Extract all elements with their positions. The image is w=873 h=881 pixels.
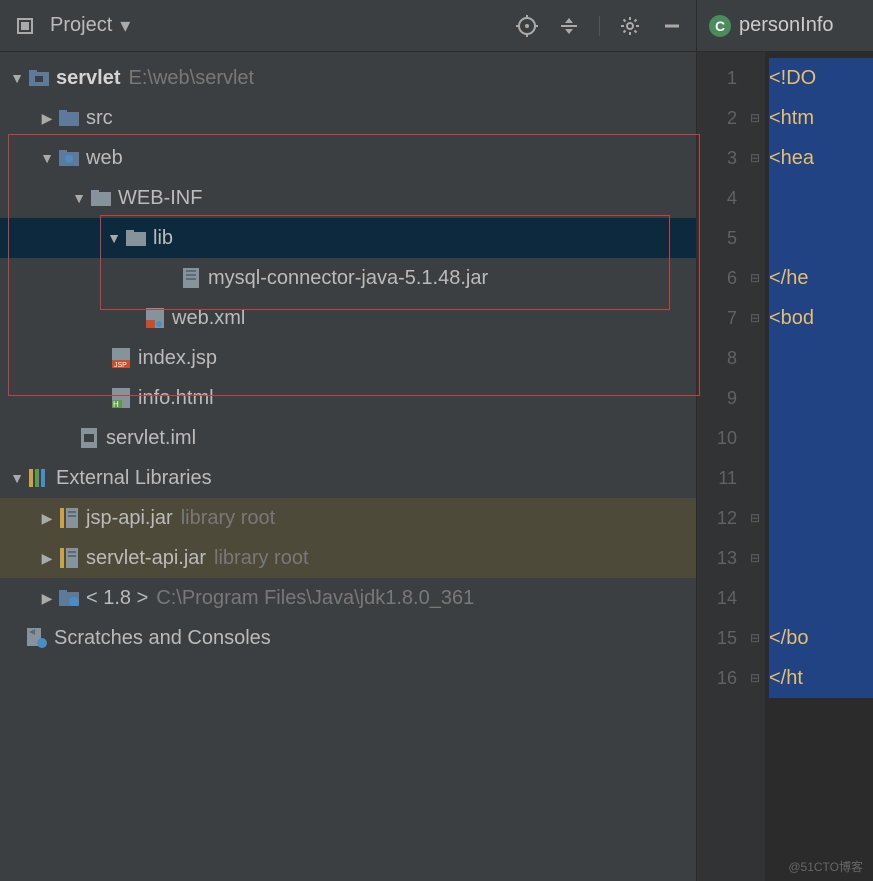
tree-src[interactable]: ▶ src [0, 98, 696, 138]
indexjsp-label: index.jsp [138, 347, 217, 370]
jar-lib-icon [58, 547, 80, 569]
tree-webinf[interactable]: ▼ WEB-INF [0, 178, 696, 218]
jsp-api-label: jsp-api.jar [86, 507, 173, 530]
minimize-icon[interactable] [660, 14, 684, 38]
servlet-api-label: servlet-api.jar [86, 547, 206, 570]
jdk-folder-icon [58, 587, 80, 609]
project-panel: Project ▾ ▼ servlet E:\web\servl [0, 0, 697, 881]
watermark: @51CTO博客 [788, 858, 863, 875]
tree-indexjsp[interactable]: JSP index.jsp [0, 338, 696, 378]
tab-label[interactable]: personInfo [739, 14, 834, 37]
iml-icon [78, 427, 100, 449]
chevron-down-icon: ▼ [38, 150, 56, 166]
folder-icon [90, 187, 112, 209]
chevron-right-icon: ▶ [38, 510, 56, 527]
servletiml-label: servlet.iml [106, 427, 196, 450]
chevron-right-icon: ▶ [38, 110, 56, 127]
tree-jdk[interactable]: ▶ < 1.8 > C:\Program Files\Java\jdk1.8.0… [0, 578, 696, 618]
library-root-label-2: library root [214, 547, 308, 570]
chevron-down-icon: ▼ [8, 470, 26, 486]
folder-icon [58, 107, 80, 129]
folder-icon [125, 227, 147, 249]
divider [599, 16, 600, 36]
lib-label: lib [153, 227, 173, 250]
editor-tabs: C personInfo [697, 0, 873, 52]
chevron-right-icon: ▶ [38, 550, 56, 567]
tree-servletiml[interactable]: servlet.iml [0, 418, 696, 458]
line-gutter: 12345678910111213141516 [697, 52, 745, 881]
svg-text:H: H [113, 400, 119, 408]
external-libs-label: External Libraries [56, 467, 212, 490]
xml-icon [144, 307, 166, 329]
project-tree: ▼ servlet E:\web\servlet ▶ src ▼ web ▼ W… [0, 52, 696, 881]
dropdown-arrow-icon: ▾ [120, 13, 130, 38]
jdk-label: < 1.8 > [86, 587, 148, 610]
jar-lib-icon [58, 507, 80, 529]
tree-mysql-jar[interactable]: mysql-connector-java-5.1.48.jar [0, 258, 696, 298]
jdk-path: C:\Program Files\Java\jdk1.8.0_361 [156, 587, 474, 610]
infohtml-label: info.html [138, 387, 214, 410]
class-icon: C [709, 15, 731, 37]
tree-servlet-api[interactable]: ▶ servlet-api.jar library root [0, 538, 696, 578]
root-name: servlet [56, 67, 121, 90]
tree-external-libs[interactable]: ▼ External Libraries [0, 458, 696, 498]
project-toolbar: Project ▾ [0, 0, 696, 52]
library-root-label: library root [181, 507, 275, 530]
fold-gutter: ⊟⊟⊟⊟⊟⊟⊟⊟ [745, 52, 765, 881]
project-icon [14, 15, 36, 37]
webinf-label: WEB-INF [118, 187, 202, 210]
editor-panel: C personInfo 12345678910111213141516 ⊟⊟⊟… [697, 0, 873, 881]
chevron-down-icon: ▼ [105, 230, 123, 246]
root-path: E:\web\servlet [129, 67, 255, 90]
tree-webxml[interactable]: web.xml [0, 298, 696, 338]
tree-jsp-api[interactable]: ▶ jsp-api.jar library root [0, 498, 696, 538]
module-icon [28, 67, 50, 89]
chevron-down-icon: ▼ [8, 70, 26, 86]
webxml-label: web.xml [172, 307, 245, 330]
chevron-down-icon: ▼ [70, 190, 88, 206]
tree-web[interactable]: ▼ web [0, 138, 696, 178]
scratches-label: Scratches and Consoles [54, 627, 271, 650]
html-icon: H [110, 387, 132, 409]
gear-icon[interactable] [618, 14, 642, 38]
project-label: Project [50, 14, 112, 37]
tree-lib[interactable]: ▼ lib [0, 218, 696, 258]
scratches-icon [26, 627, 48, 649]
tree-infohtml[interactable]: H info.html [0, 378, 696, 418]
expand-icon[interactable] [557, 14, 581, 38]
web-folder-icon [58, 147, 80, 169]
svg-text:JSP: JSP [114, 362, 127, 368]
tree-root[interactable]: ▼ servlet E:\web\servlet [0, 58, 696, 98]
mysql-jar-label: mysql-connector-java-5.1.48.jar [208, 267, 488, 290]
jar-icon [180, 267, 202, 289]
code-area[interactable]: <!DO <htm <hea </he <bod </bo </ht [765, 52, 873, 881]
src-label: src [86, 107, 113, 130]
jsp-icon: JSP [110, 347, 132, 369]
tree-scratches[interactable]: Scratches and Consoles [0, 618, 696, 658]
web-label: web [86, 147, 123, 170]
code-editor[interactable]: 12345678910111213141516 ⊟⊟⊟⊟⊟⊟⊟⊟ <!DO <h… [697, 52, 873, 881]
libraries-icon [28, 467, 50, 489]
chevron-right-icon: ▶ [38, 590, 56, 607]
target-icon[interactable] [515, 14, 539, 38]
project-selector[interactable]: Project ▾ [12, 13, 130, 38]
